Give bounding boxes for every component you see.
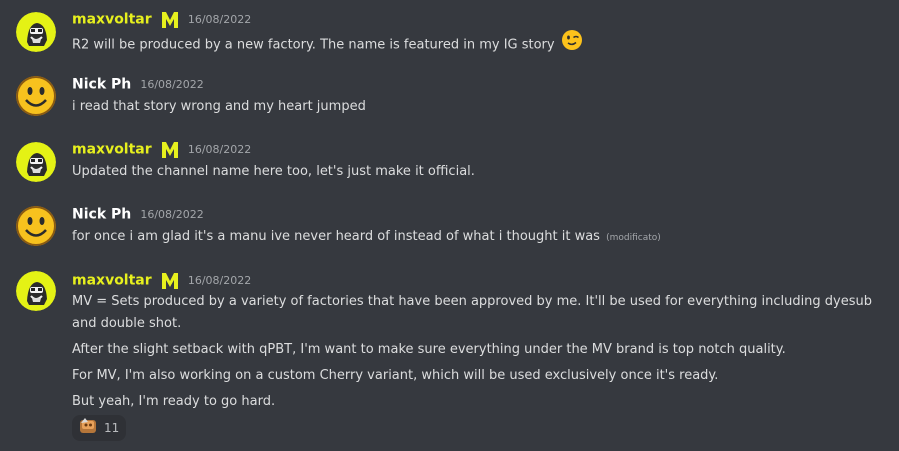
smiley-avatar[interactable] <box>16 206 56 246</box>
edited-label: (modificato) <box>606 233 661 243</box>
message-header: Nick Ph 16/08/2022 <box>72 204 204 224</box>
message-line: For MV, I'm also working on a custom Che… <box>72 368 719 383</box>
username[interactable]: Nick Ph <box>72 207 131 223</box>
mv-logo-icon <box>161 272 179 290</box>
maxvoltar-avatar[interactable] <box>16 142 56 182</box>
username[interactable]: maxvoltar <box>72 12 152 28</box>
mv-logo-icon <box>161 11 179 29</box>
winking-face-emoji <box>561 29 583 61</box>
message-line: But yeah, I'm ready to go hard. <box>72 394 276 409</box>
timestamp[interactable]: 16/08/2022 <box>188 13 251 26</box>
message-text: Updated the channel name here too, let's… <box>72 159 475 185</box>
reaction-button[interactable]: 11 <box>72 415 126 441</box>
maxvoltar-avatar[interactable] <box>16 271 56 311</box>
message-line: and double shot. <box>72 316 182 331</box>
message-line: MV = Sets produced by a variety of facto… <box>72 294 873 309</box>
message-text: i read that story wrong and my heart jum… <box>72 94 366 120</box>
message-line: After the slight setback with qPBT, I'm … <box>72 342 786 357</box>
maxvoltar-avatar[interactable] <box>16 12 56 52</box>
message-header: maxvoltar 16/08/2022 <box>72 9 251 29</box>
mv-logo-icon <box>161 141 179 159</box>
message-text: R2 will be produced by a new factory. Th… <box>72 29 583 61</box>
message-header: maxvoltar 16/08/2022 <box>72 139 251 159</box>
username[interactable]: maxvoltar <box>72 273 152 289</box>
timestamp[interactable]: 16/08/2022 <box>140 78 203 91</box>
timestamp[interactable]: 16/08/2022 <box>188 143 251 156</box>
timestamp[interactable]: 16/08/2022 <box>140 208 203 221</box>
chat-messages: maxvoltar 16/08/2022 R2 will be produced… <box>0 0 899 451</box>
custom-keycap-emoji <box>79 417 97 439</box>
username[interactable]: maxvoltar <box>72 142 152 158</box>
message-line: for once i am glad it's a manu ive never… <box>72 229 600 244</box>
message-header: Nick Ph 16/08/2022 <box>72 74 204 94</box>
message-line: i read that story wrong and my heart jum… <box>72 99 366 114</box>
message-header: maxvoltar 16/08/2022 <box>72 270 251 290</box>
message-text: for once i am glad it's a manu ive never… <box>72 224 661 251</box>
message-line: Updated the channel name here too, let's… <box>72 164 475 179</box>
smiley-avatar[interactable] <box>16 76 56 116</box>
message-line: R2 will be produced by a new factory. Th… <box>72 37 555 53</box>
reaction-count: 11 <box>104 421 120 435</box>
username[interactable]: Nick Ph <box>72 77 131 93</box>
timestamp[interactable]: 16/08/2022 <box>188 274 251 287</box>
